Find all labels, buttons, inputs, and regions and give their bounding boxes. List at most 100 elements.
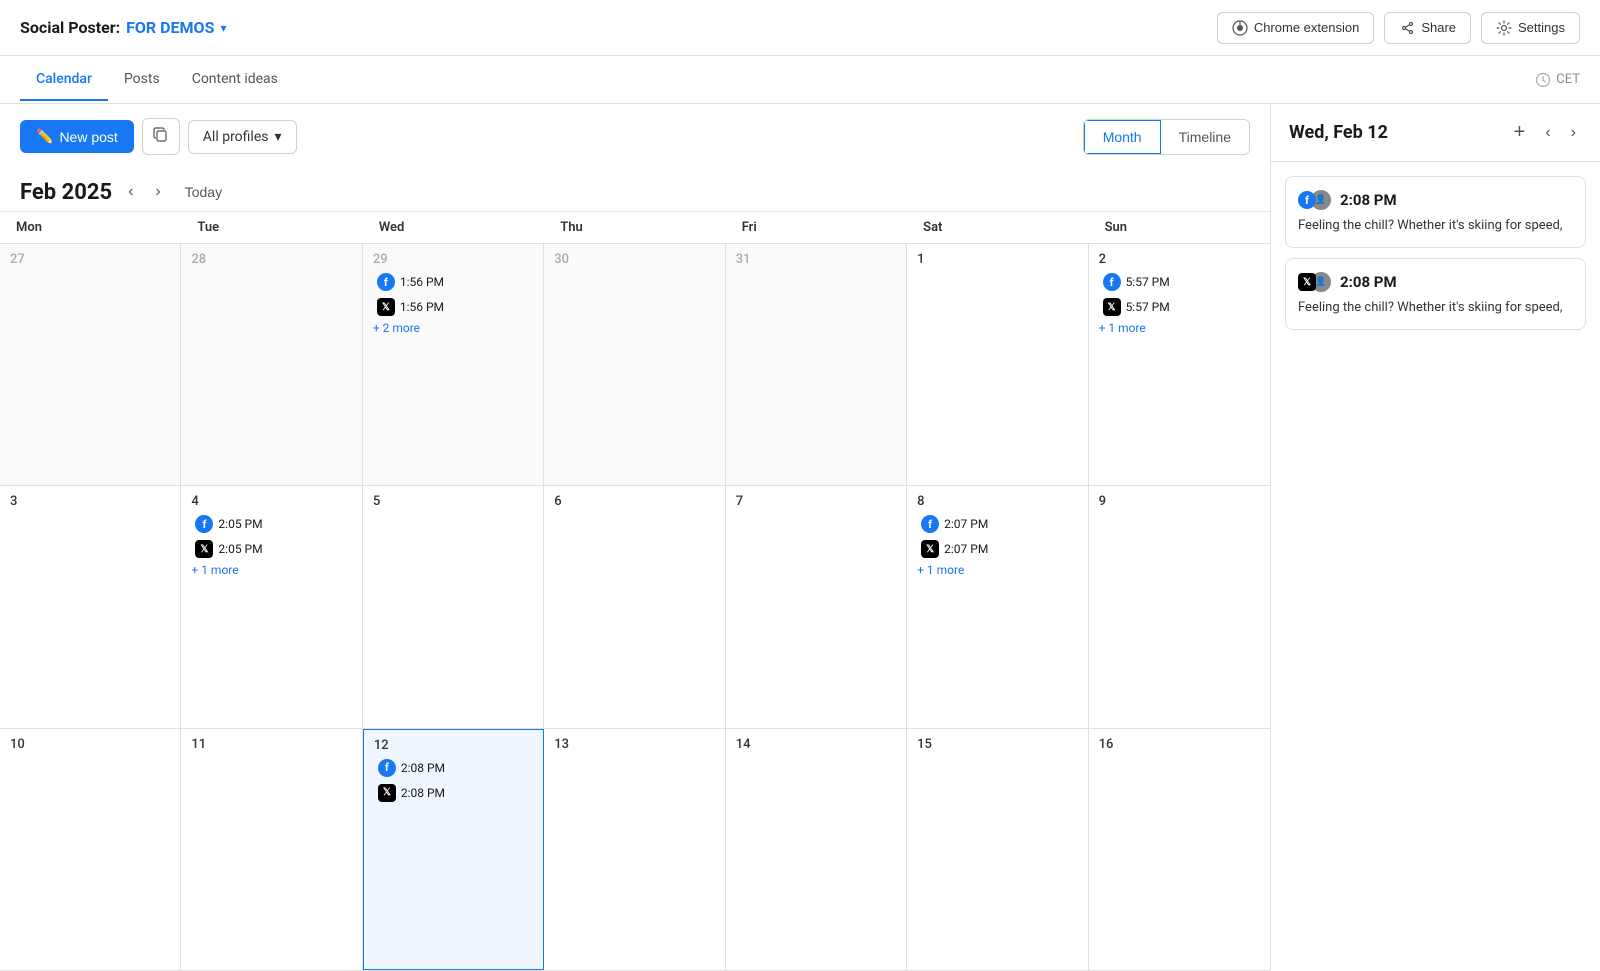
side-panel-next-button[interactable]: › (1565, 121, 1582, 145)
cal-date: 27 (10, 252, 170, 267)
share-label: Share (1421, 20, 1456, 35)
cal-cell-3[interactable]: 3 (0, 486, 181, 727)
share-button[interactable]: Share (1384, 12, 1471, 44)
cal-date: 12 (374, 738, 533, 753)
calendar-month-title: Feb 2025 (20, 180, 112, 205)
post-card-1-header: f 👤 2:08 PM (1298, 189, 1573, 211)
day-fri: Fri (726, 212, 907, 243)
cal-cell-4[interactable]: 4 f 2:05 PM 𝕏 2:05 PM + 1 more (181, 486, 362, 727)
cal-cell-6[interactable]: 6 (544, 486, 725, 727)
side-panel-controls: + ‹ › (1508, 118, 1582, 147)
profiles-dropdown[interactable]: All profiles ▾ (188, 120, 297, 154)
side-panel-prev-button[interactable]: ‹ (1539, 121, 1556, 145)
settings-icon (1496, 20, 1512, 36)
event-time: 2:05 PM (218, 542, 262, 556)
cal-cell-12-today[interactable]: 12 f 2:08 PM 𝕏 2:08 PM (363, 729, 544, 970)
facebook-icon: f (1103, 273, 1121, 291)
cal-cell-29[interactable]: 29 f 1:56 PM 𝕏 1:56 PM + 2 more (363, 244, 544, 485)
post-card-1-text: Feeling the chill? Whether it's skiing f… (1298, 217, 1573, 235)
cal-event[interactable]: 𝕏 5:57 PM (1099, 296, 1260, 318)
cal-event[interactable]: f 2:05 PM (191, 513, 351, 535)
cal-event[interactable]: f 2:07 PM (917, 513, 1077, 535)
x-twitter-icon: 𝕏 (377, 298, 395, 316)
cal-event[interactable]: 𝕏 2:05 PM (191, 538, 351, 560)
copy-button[interactable] (142, 118, 180, 155)
cal-cell-14[interactable]: 14 (726, 729, 907, 970)
view-timeline-button[interactable]: Timeline (1161, 120, 1249, 154)
cal-cell-28[interactable]: 28 (181, 244, 362, 485)
cal-cell-31[interactable]: 31 (726, 244, 907, 485)
x-twitter-icon: 𝕏 (195, 540, 213, 558)
workspace-dropdown-arrow[interactable]: ▾ (220, 21, 226, 35)
post-card-2[interactable]: 𝕏 👤 2:08 PM Feeling the chill? Whether i… (1285, 258, 1586, 330)
more-events-link[interactable]: + 1 more (191, 563, 351, 577)
cal-cell-9[interactable]: 9 (1089, 486, 1270, 727)
cal-row-3: 10 11 12 f 2:08 PM 𝕏 2:08 PM (0, 729, 1270, 971)
calendar-today-button[interactable]: Today (177, 180, 230, 204)
cal-date: 29 (373, 252, 533, 267)
nav-tabs: Calendar Posts Content ideas (20, 59, 294, 101)
cal-cell-10[interactable]: 10 (0, 729, 181, 970)
cal-cell-16[interactable]: 16 (1089, 729, 1270, 970)
facebook-icon: f (195, 515, 213, 533)
day-wed: Wed (363, 212, 544, 243)
side-panel: Wed, Feb 12 + ‹ › f 👤 2:08 PM Feeling th… (1270, 104, 1600, 971)
side-panel-add-button[interactable]: + (1508, 118, 1532, 147)
day-tue: Tue (181, 212, 362, 243)
event-time: 5:57 PM (1126, 275, 1170, 289)
share-icon (1399, 20, 1415, 36)
cal-row-1: 27 28 29 f 1:56 PM 𝕏 1:56 PM (0, 244, 1270, 486)
cal-date: 11 (191, 737, 351, 752)
cal-cell-30[interactable]: 30 (544, 244, 725, 485)
view-toggle: Month Timeline (1083, 119, 1250, 155)
cal-cell-11[interactable]: 11 (181, 729, 362, 970)
cal-date: 16 (1099, 737, 1260, 752)
post-card-1[interactable]: f 👤 2:08 PM Feeling the chill? Whether i… (1285, 176, 1586, 248)
cal-event[interactable]: 𝕏 1:56 PM (373, 296, 533, 318)
side-panel-title: Wed, Feb 12 (1289, 122, 1388, 143)
calendar-next-button[interactable]: › (149, 179, 166, 205)
header-right: Chrome extension Share Settings (1217, 12, 1580, 44)
day-mon: Mon (0, 212, 181, 243)
post-card-1-time: 2:08 PM (1340, 191, 1397, 209)
more-events-link[interactable]: + 1 more (917, 563, 1077, 577)
cal-date: 31 (736, 252, 896, 267)
cal-event[interactable]: f 5:57 PM (1099, 271, 1260, 293)
cal-event[interactable]: f 1:56 PM (373, 271, 533, 293)
post-card-2-header: 𝕏 👤 2:08 PM (1298, 271, 1573, 293)
cal-cell-27[interactable]: 27 (0, 244, 181, 485)
tab-content-ideas[interactable]: Content ideas (176, 59, 294, 101)
more-events-link[interactable]: + 2 more (373, 321, 533, 335)
calendar-prev-button[interactable]: ‹ (122, 179, 139, 205)
tab-posts[interactable]: Posts (108, 59, 176, 101)
chrome-extension-button[interactable]: Chrome extension (1217, 12, 1375, 44)
view-month-button[interactable]: Month (1084, 120, 1161, 154)
calendar-rows: 27 28 29 f 1:56 PM 𝕏 1:56 PM (0, 244, 1270, 971)
cal-date: 3 (10, 494, 170, 509)
cal-date: 2 (1099, 252, 1260, 267)
cal-cell-8[interactable]: 8 f 2:07 PM 𝕏 2:07 PM + 1 more (907, 486, 1088, 727)
cal-cell-13[interactable]: 13 (544, 729, 725, 970)
chrome-icon (1232, 20, 1248, 36)
cal-cell-7[interactable]: 7 (726, 486, 907, 727)
new-post-button[interactable]: ✏️ New post (20, 120, 134, 153)
settings-button[interactable]: Settings (1481, 12, 1580, 44)
event-time: 2:08 PM (401, 761, 445, 775)
header: Social Poster: FOR DEMOS ▾ Chrome extens… (0, 0, 1600, 56)
cal-date: 4 (191, 494, 351, 509)
calendar-header: Feb 2025 ‹ › Today (0, 169, 1270, 212)
cal-cell-5[interactable]: 5 (363, 486, 544, 727)
cal-cell-1[interactable]: 1 (907, 244, 1088, 485)
cal-event[interactable]: 𝕏 2:08 PM (374, 782, 533, 804)
cal-event[interactable]: f 2:08 PM (374, 757, 533, 779)
tab-calendar[interactable]: Calendar (20, 59, 108, 101)
side-panel-header: Wed, Feb 12 + ‹ › (1271, 104, 1600, 162)
cal-event[interactable]: 𝕏 2:07 PM (917, 538, 1077, 560)
cal-cell-15[interactable]: 15 (907, 729, 1088, 970)
nav-bar: Calendar Posts Content ideas CET (0, 56, 1600, 104)
more-events-link[interactable]: + 1 more (1099, 321, 1260, 335)
x-twitter-icon: 𝕏 (921, 540, 939, 558)
cal-cell-2[interactable]: 2 f 5:57 PM 𝕏 5:57 PM + 1 more (1089, 244, 1270, 485)
clock-icon (1535, 72, 1551, 88)
day-sat: Sat (907, 212, 1088, 243)
